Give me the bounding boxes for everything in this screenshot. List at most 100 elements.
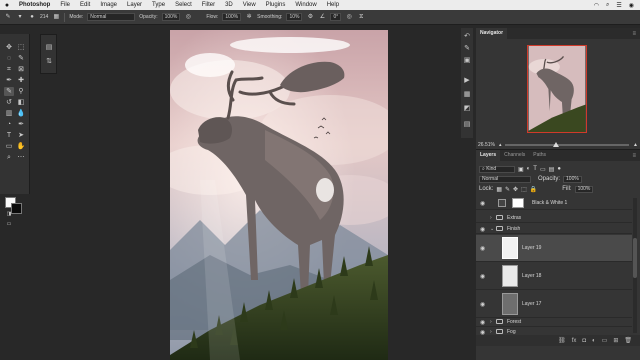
apple-icon[interactable]: ● (0, 2, 14, 9)
zoom-slider[interactable] (505, 142, 630, 147)
control-center-icon[interactable]: ☰ (616, 2, 621, 9)
navigator-thumbnail[interactable] (527, 45, 587, 133)
chevron-right-icon[interactable]: › (490, 319, 492, 325)
folder-icon[interactable]: ▭ (602, 337, 608, 344)
zoom-value[interactable]: 26.51% (478, 142, 495, 148)
properties-icon[interactable]: ▤ (44, 43, 54, 52)
adjustments-icon[interactable]: ◩ (462, 104, 472, 113)
menu-photoshop[interactable]: Photoshop (14, 2, 55, 8)
siri-icon[interactable]: ◉ (629, 2, 634, 9)
pressure-opacity-icon[interactable]: ◎ (184, 13, 192, 21)
menu-window[interactable]: Window (290, 2, 321, 8)
mask-icon[interactable]: ◘ (582, 338, 586, 344)
notes-icon[interactable]: ▤ (462, 120, 472, 129)
gradient-tool-icon[interactable]: ▥ (4, 109, 14, 118)
opacity-field[interactable]: 100% (161, 13, 181, 21)
layer-row-layer-18[interactable]: ◉ Layer 18 (476, 263, 632, 290)
quick-select-tool-icon[interactable]: ✎ (16, 54, 26, 63)
layer-opacity-field[interactable]: 100% (563, 175, 582, 183)
symmetry-icon[interactable]: ⧖ (357, 13, 365, 21)
fx-icon[interactable]: fx (572, 338, 577, 344)
brush-tool-icon[interactable]: ✎ (4, 13, 12, 21)
brush-settings-icon[interactable]: ▦ (52, 13, 60, 21)
path-select-tool-icon[interactable]: ➤ (16, 131, 26, 140)
menu-view[interactable]: View (238, 2, 261, 8)
zoom-out-icon[interactable]: ▴ (499, 142, 502, 148)
tab-layers[interactable]: Layers (476, 150, 501, 161)
type-tool-icon[interactable]: T (4, 131, 14, 140)
eraser-tool-icon[interactable]: ◧ (16, 98, 26, 107)
screen-mode-icon[interactable]: ▭ (4, 220, 14, 229)
healing-tool-icon[interactable]: ✚ (16, 76, 26, 85)
crop-tool-icon[interactable]: ⌗ (4, 65, 14, 74)
visibility-eye-icon[interactable]: ◉ (480, 273, 485, 280)
angle-field[interactable]: 0° (330, 13, 342, 21)
move-tool-icon[interactable]: ✥ (4, 43, 14, 52)
shape-tool-icon[interactable]: ▭ (4, 142, 14, 151)
menu-image[interactable]: Image (95, 2, 122, 8)
history-brush-tool-icon[interactable]: ↺ (4, 98, 14, 107)
trash-icon[interactable]: 🗑 (624, 337, 632, 344)
hand-tool-icon[interactable]: ✋ (16, 142, 26, 151)
filter-type-icon[interactable]: T (533, 166, 537, 172)
filter-pixel-icon[interactable]: ▣ (518, 166, 524, 173)
menu-plugins[interactable]: Plugins (261, 2, 291, 8)
lock-all-icon[interactable]: 🔒 (530, 186, 537, 193)
visibility-eye-icon[interactable]: ◉ (480, 200, 485, 207)
layer-row-layer-19[interactable]: ◉ Layer 19 (476, 235, 632, 262)
airbrush-icon[interactable]: ✲ (245, 13, 253, 21)
brush-tool-icon[interactable]: ✎ (4, 87, 14, 96)
tab-channels[interactable]: Channels (500, 150, 529, 161)
lock-artboard-icon[interactable]: ⬚ (521, 186, 527, 193)
angle-icon[interactable]: ∠ (318, 13, 326, 21)
menu-edit[interactable]: Edit (75, 2, 95, 8)
marquee-tool-icon[interactable]: ⬚ (16, 43, 26, 52)
blur-tool-icon[interactable]: 💧 (16, 109, 26, 118)
panel-menu-icon[interactable]: ≡ (632, 153, 640, 159)
flow-field[interactable]: 100% (222, 13, 242, 21)
layer-row-finish[interactable]: ◉ ⌄ Finish (476, 224, 632, 234)
filter-kind-select[interactable]: ⌕ Kind (479, 165, 515, 173)
frame-tool-icon[interactable]: ⊠ (16, 65, 26, 74)
blend-mode-select[interactable]: Normal (479, 175, 531, 183)
menu-layer[interactable]: Layer (122, 2, 147, 8)
adjustment-icon[interactable]: ◐ (592, 338, 596, 344)
menu-filter[interactable]: Filter (197, 2, 220, 8)
layer-row-extras[interactable]: › Extras (476, 213, 632, 223)
menu-type[interactable]: Type (147, 2, 170, 8)
history-icon[interactable]: ↶ (462, 32, 472, 41)
pen-tool-icon[interactable]: ✒ (16, 120, 26, 129)
eyedropper-tool-icon[interactable]: ✒ (4, 76, 14, 85)
visibility-eye-icon[interactable]: ◉ (480, 301, 485, 308)
lock-pixels-icon[interactable]: ▦ (496, 186, 502, 193)
chevron-down-icon[interactable]: ▾ (16, 13, 24, 21)
new-layer-icon[interactable]: ⊞ (613, 337, 618, 344)
filter-shape-icon[interactable]: ▭ (540, 166, 546, 173)
visibility-eye-icon[interactable]: ◉ (480, 245, 485, 252)
menu-select[interactable]: Select (170, 2, 197, 8)
filter-adjustment-icon[interactable]: ◐ (527, 166, 531, 172)
pressure-size-icon[interactable]: ◎ (345, 13, 353, 21)
layer-row-forest[interactable]: ◉ › Forest (476, 317, 632, 327)
menu-3d[interactable]: 3D (220, 2, 238, 8)
tab-paths[interactable]: Paths (529, 150, 550, 161)
zoom-slider-knob[interactable] (553, 142, 560, 147)
play-icon[interactable]: ▶ (462, 76, 472, 85)
tab-navigator[interactable]: Navigator (476, 28, 508, 39)
menu-file[interactable]: File (55, 2, 75, 8)
chevron-down-icon[interactable]: ⌄ (490, 226, 494, 232)
actions-icon[interactable]: ✎ (462, 44, 472, 53)
filter-toggle-icon[interactable]: ● (557, 166, 561, 172)
link-icon[interactable]: ⛓ (558, 337, 566, 344)
mode-select[interactable]: Normal (87, 13, 136, 21)
brush-settings-panel-icon[interactable]: ⇅ (44, 57, 54, 66)
visibility-eye-icon[interactable]: ◉ (480, 226, 485, 233)
layer-row-layer-17[interactable]: ◉ Layer 17 (476, 291, 632, 318)
scrollbar-thumb[interactable] (633, 238, 637, 278)
visibility-eye-icon[interactable]: ◉ (480, 319, 485, 326)
quick-mask-icon[interactable]: ◨ (4, 210, 14, 219)
zoom-tool-icon[interactable]: ⌕ (4, 153, 14, 162)
zoom-in-icon[interactable]: ▲ (633, 142, 638, 148)
search-icon[interactable]: ⌕ (606, 2, 609, 9)
menu-help[interactable]: Help (322, 2, 344, 8)
